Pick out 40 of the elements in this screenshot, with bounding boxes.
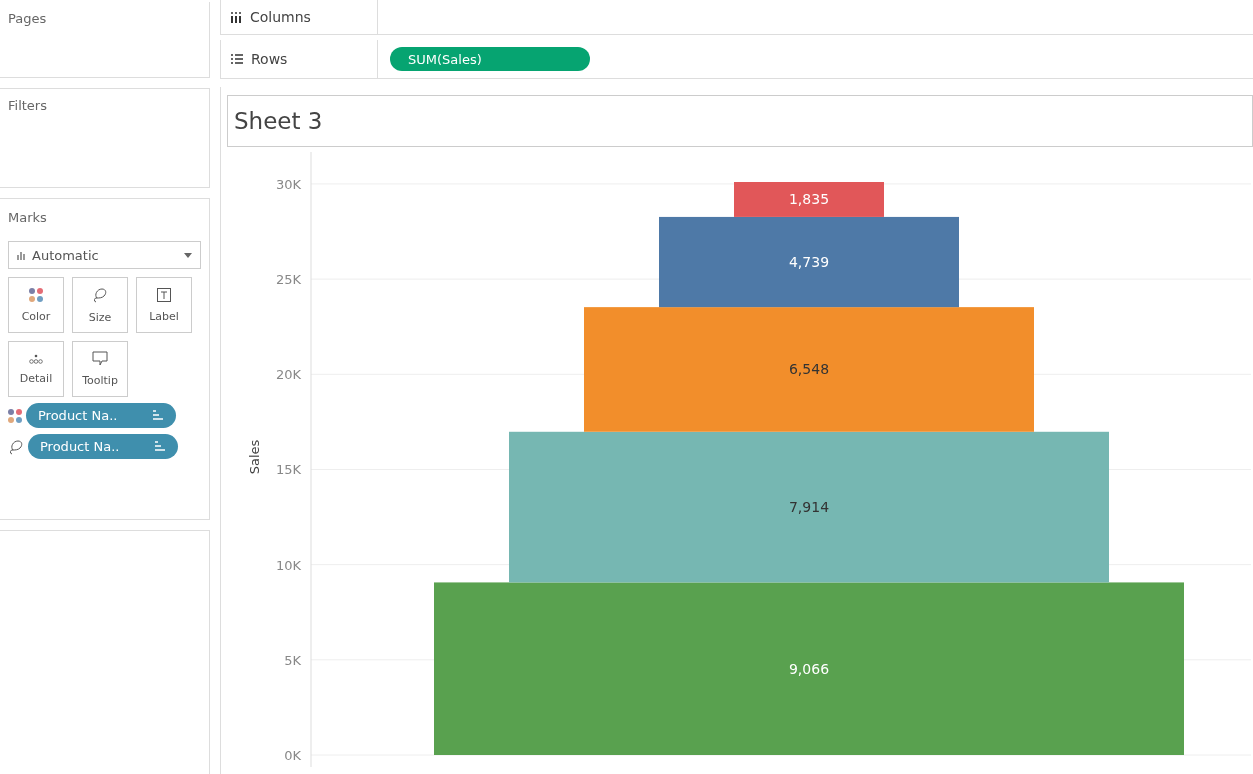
- color-dots-icon: [29, 287, 43, 302]
- color-dots-icon: [8, 408, 22, 423]
- panel-title: Filters: [8, 98, 47, 113]
- shelf-label: Rows: [251, 51, 288, 67]
- marks-card-button[interactable]: Detail: [8, 341, 64, 397]
- text-icon: [157, 287, 171, 302]
- value-label: 7,914: [788, 499, 830, 516]
- columns-icon: [231, 11, 242, 23]
- value-label: 6,548: [788, 361, 830, 378]
- lasso-icon: [8, 438, 24, 455]
- panel-title: Pages: [8, 11, 47, 26]
- panel-title: Marks: [8, 210, 48, 225]
- axis-tick-label: 30K: [275, 176, 301, 192]
- axis-tick-label: 5K: [284, 652, 301, 668]
- axis-tick-label: 20K: [275, 367, 301, 383]
- sheet-title: Sheet 3: [227, 95, 1253, 147]
- axis-tick-label: 10K: [275, 557, 301, 573]
- shelf-label: Columns: [250, 9, 311, 25]
- rows-icon: [231, 54, 243, 64]
- marks-card-button[interactable]: Tooltip: [72, 341, 128, 397]
- speech-bubble-icon: [92, 351, 108, 366]
- value-label: 4,739: [788, 254, 830, 271]
- axis-tick-label: 0K: [284, 748, 301, 763]
- field-pill[interactable]: Product Na..: [28, 434, 178, 459]
- axis-tick-label: 25K: [275, 272, 301, 288]
- caret-icon: [184, 252, 192, 258]
- sort-icon: [154, 441, 166, 452]
- sort-icon: [152, 410, 164, 421]
- field-pill[interactable]: Product Na..: [26, 403, 176, 428]
- value-label: 9,066: [788, 660, 830, 677]
- axis-tick-label: 15K: [275, 462, 301, 478]
- marks-card-button[interactable]: Size: [72, 277, 128, 333]
- mark-type-dropdown[interactable]: Automatic: [8, 241, 201, 269]
- lasso-icon: [92, 286, 108, 303]
- dots-icon: [29, 353, 43, 364]
- marks-card-button[interactable]: Color: [8, 277, 64, 333]
- axis-title: Sales: [247, 439, 262, 475]
- bar-chart-icon: [17, 250, 26, 260]
- marks-card-button[interactable]: Label: [136, 277, 192, 333]
- value-label: 1,835: [788, 191, 830, 208]
